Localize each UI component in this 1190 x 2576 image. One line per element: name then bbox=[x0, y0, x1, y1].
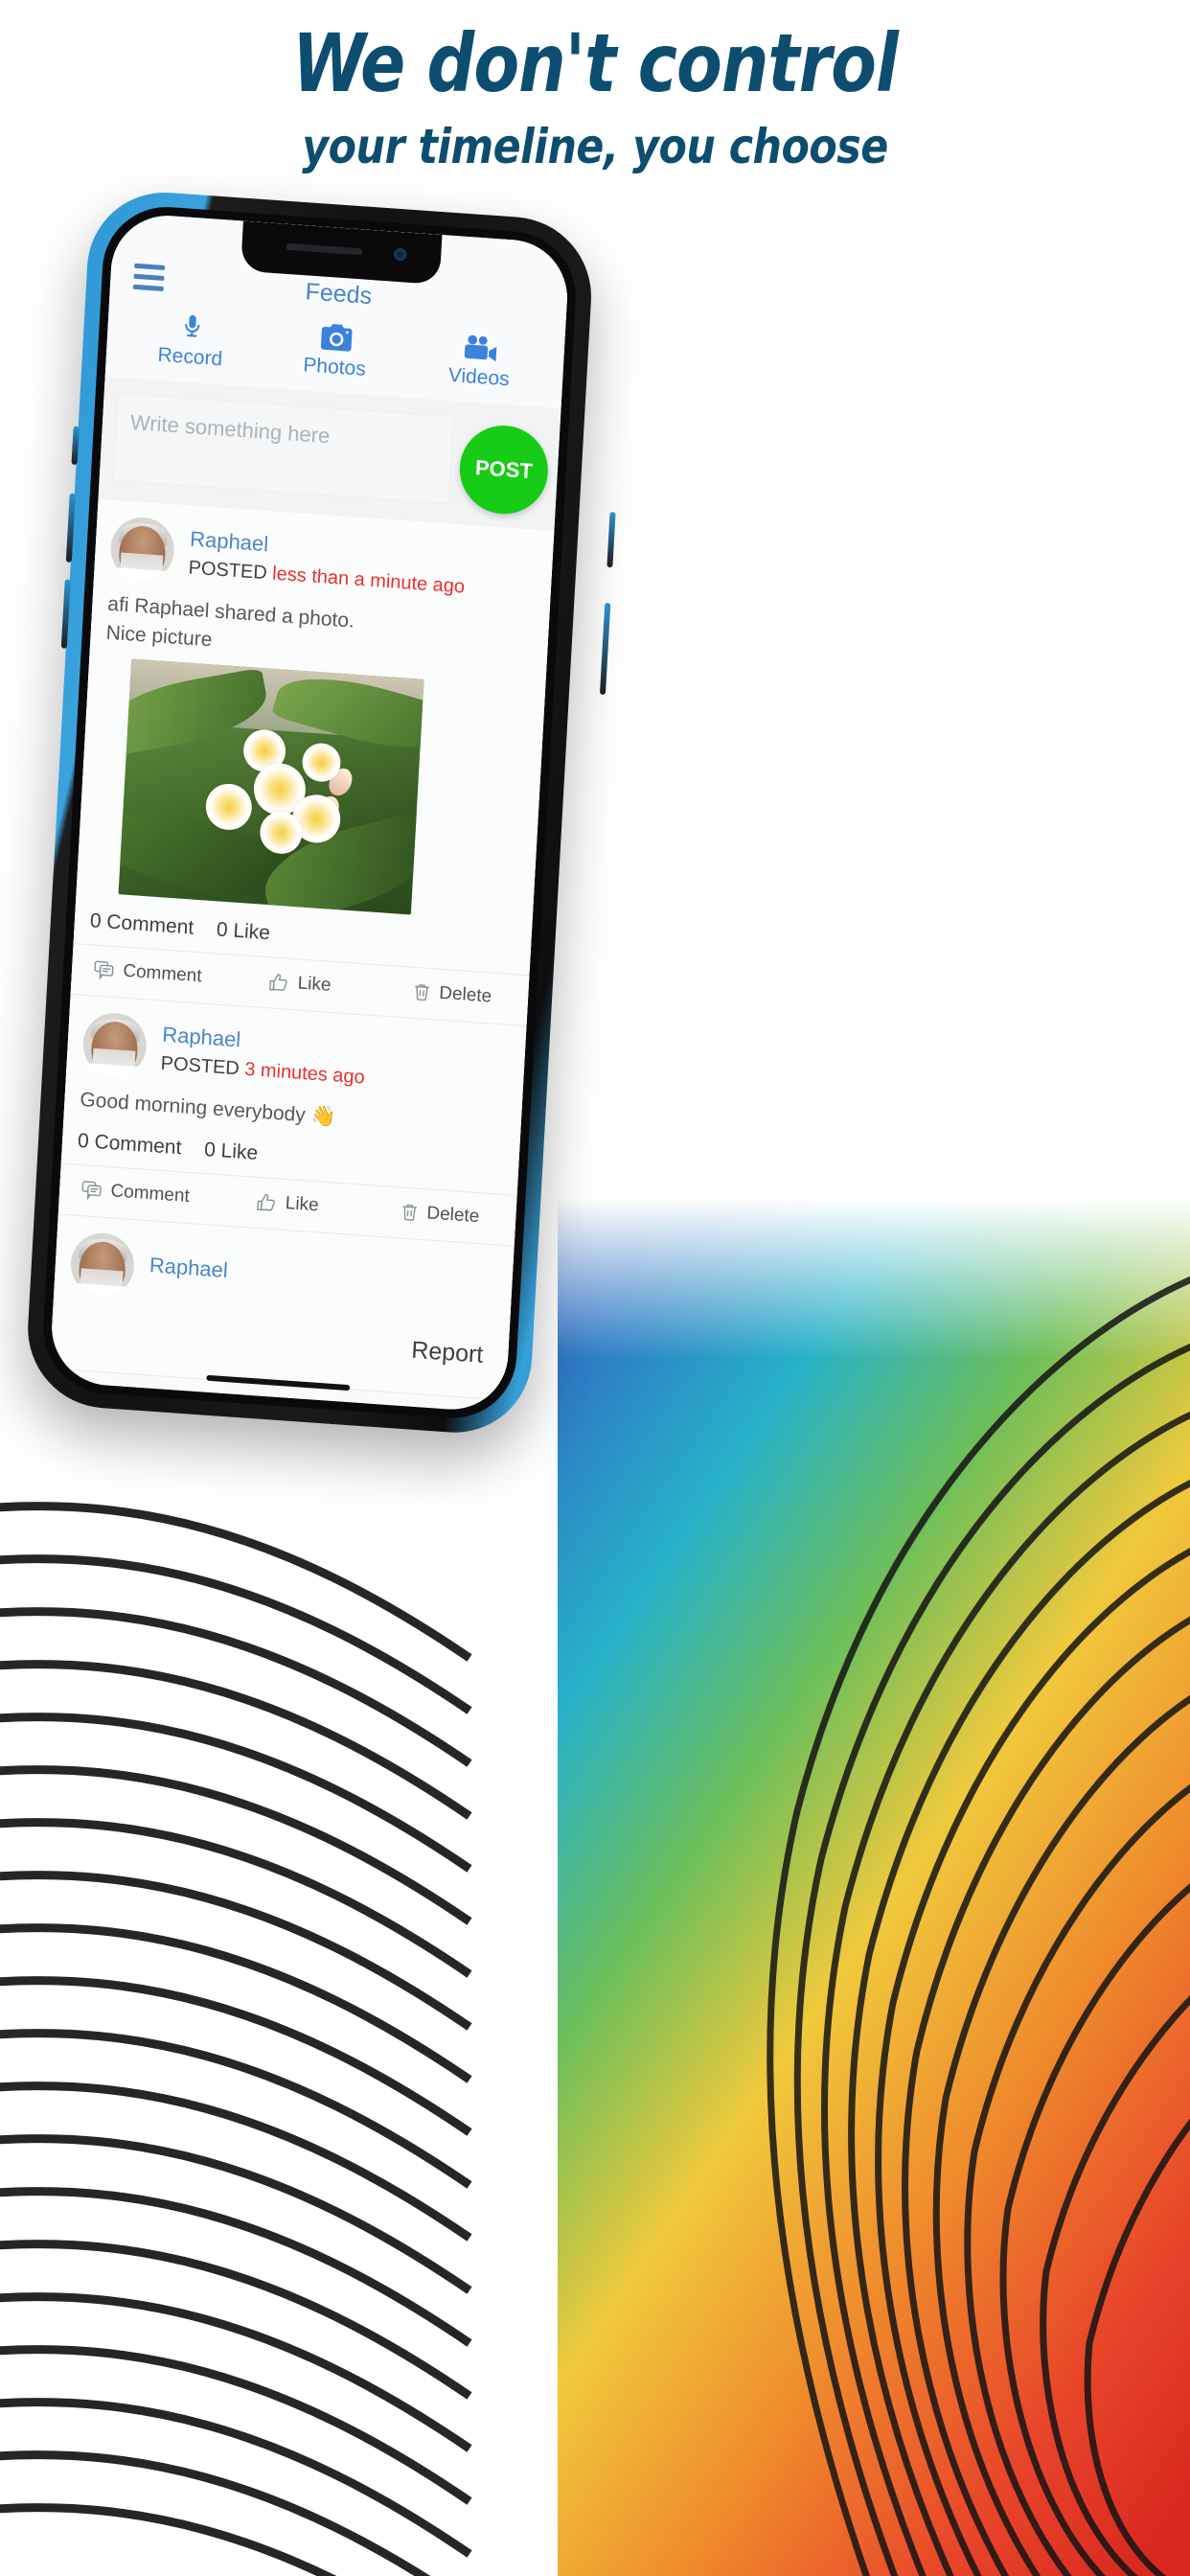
comment-button[interactable]: Comment bbox=[72, 957, 225, 989]
video-camera-icon bbox=[407, 325, 554, 367]
comment-count: 0 Comment bbox=[77, 1129, 183, 1160]
post-photo-image bbox=[118, 658, 424, 915]
like-count: 0 Like bbox=[216, 918, 271, 945]
phone-screen: Feeds Record Photos Videos Write somethi… bbox=[49, 212, 571, 1414]
hamburger-icon[interactable] bbox=[132, 263, 166, 297]
delete-button-label: Delete bbox=[425, 1203, 480, 1228]
like-count: 0 Like bbox=[203, 1138, 259, 1164]
like-button[interactable]: Like bbox=[223, 968, 377, 1000]
feed-post: Raphael POSTED less than a minute ago af… bbox=[70, 498, 555, 1027]
report-button[interactable]: Report bbox=[411, 1337, 484, 1368]
phone-mockup: Feeds Record Photos Videos Write somethi… bbox=[23, 187, 627, 1449]
promo-headline: We don't control bbox=[292, 16, 899, 110]
delete-button[interactable]: Delete bbox=[376, 978, 529, 1010]
avatar bbox=[80, 1010, 149, 1079]
comment-bubble-icon bbox=[81, 1180, 103, 1201]
feeds-app: Feeds Record Photos Videos Write somethi… bbox=[49, 212, 571, 1414]
trash-icon bbox=[400, 1202, 420, 1222]
tab-photos-label: Photos bbox=[302, 354, 367, 380]
like-button-label: Like bbox=[285, 1193, 320, 1216]
composer-input[interactable]: Write something here bbox=[112, 392, 454, 505]
post-photo[interactable] bbox=[76, 654, 545, 932]
rainbow-decoration bbox=[558, 1198, 1190, 2576]
trash-icon bbox=[412, 982, 432, 1002]
tab-record-label: Record bbox=[157, 343, 223, 371]
phone-side-button[interactable] bbox=[599, 602, 611, 696]
thumbs-up-icon bbox=[268, 972, 290, 993]
like-button[interactable]: Like bbox=[211, 1188, 364, 1220]
delete-button-label: Delete bbox=[438, 982, 492, 1007]
post-button[interactable]: POST bbox=[457, 423, 551, 518]
front-camera-icon bbox=[393, 247, 407, 262]
post-time: 3 minutes ago bbox=[243, 1058, 366, 1089]
tab-photos[interactable]: Photos bbox=[262, 314, 409, 383]
thumbs-up-icon bbox=[256, 1192, 278, 1213]
comment-bubble-icon bbox=[94, 960, 116, 981]
promo-screenshot: We don't control your timeline, you choo… bbox=[0, 0, 1190, 2576]
comment-button[interactable]: Comment bbox=[59, 1178, 213, 1209]
tab-record[interactable]: Record bbox=[117, 305, 264, 374]
tab-videos-label: Videos bbox=[447, 363, 511, 391]
delete-button[interactable]: Delete bbox=[363, 1199, 516, 1230]
feed-list: Raphael POSTED less than a minute ago af… bbox=[49, 498, 555, 1401]
promo-headline-block: We don't control your timeline, you choo… bbox=[0, 0, 1190, 192]
posted-label: POSTED bbox=[160, 1052, 240, 1079]
posted-label: POSTED bbox=[188, 556, 268, 584]
phone-power-button[interactable] bbox=[606, 511, 616, 568]
like-button-label: Like bbox=[297, 973, 332, 996]
feed-post: Raphael POSTED 3 minutes ago Good mornin… bbox=[57, 994, 527, 1247]
tab-videos[interactable]: Videos bbox=[406, 325, 554, 394]
comment-button-label: Comment bbox=[122, 960, 203, 987]
phone-bezel: Feeds Record Photos Videos Write somethi… bbox=[39, 202, 580, 1423]
microphone-icon bbox=[119, 305, 265, 347]
camera-icon bbox=[263, 314, 410, 356]
earpiece-speaker bbox=[285, 242, 363, 256]
comment-count: 0 Comment bbox=[89, 909, 195, 939]
avatar bbox=[108, 515, 176, 584]
promo-subheadline: your timeline, you choose bbox=[302, 119, 888, 174]
stripes-decoration bbox=[0, 1502, 472, 2576]
comment-button-label: Comment bbox=[109, 1181, 191, 1208]
